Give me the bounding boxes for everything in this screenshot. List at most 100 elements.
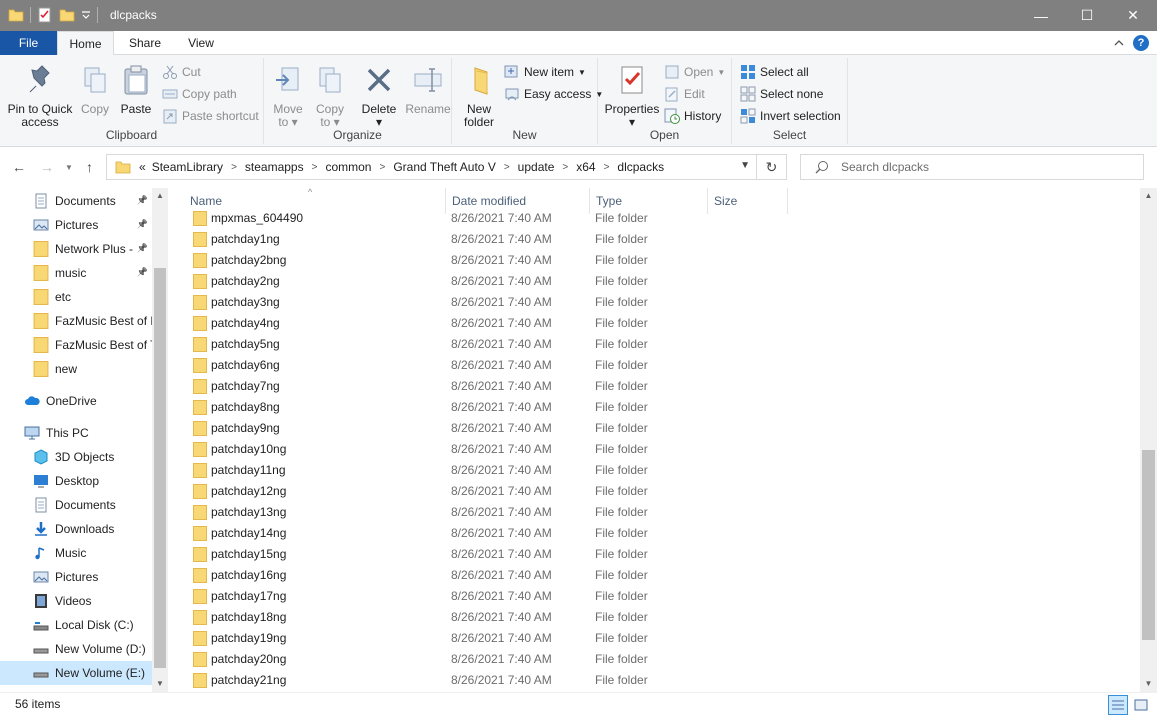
nav-item[interactable]: Pictures 📌 (0, 213, 152, 237)
copy-path-button[interactable]: Copy path (162, 84, 237, 104)
pin-to-quick-access-button[interactable]: Pin to Quick access (4, 60, 76, 129)
search-input[interactable] (841, 160, 1121, 174)
chevron-right-icon[interactable]: > (504, 162, 510, 173)
file-row[interactable]: patchday7ng 8/26/2021 7:40 AM File folder (188, 376, 1088, 397)
tab-share[interactable]: Share (120, 31, 170, 55)
up-button[interactable]: ↑ (86, 159, 93, 175)
close-button[interactable]: ✕ (1110, 0, 1156, 31)
collapse-ribbon-icon[interactable] (1113, 37, 1125, 49)
file-row[interactable]: patchday4ng 8/26/2021 7:40 AM File folder (188, 313, 1088, 334)
new-item-button[interactable]: New item ▼ (504, 62, 586, 82)
large-icons-view-button[interactable] (1131, 695, 1151, 715)
scroll-up-icon[interactable]: ▲ (1140, 188, 1157, 204)
file-row[interactable]: patchday2bng 8/26/2021 7:40 AM File folder (188, 250, 1088, 271)
refresh-button[interactable]: ↻ (756, 155, 786, 179)
nav-item[interactable]: new (0, 357, 152, 381)
new-folder-button[interactable]: New folder (456, 60, 502, 129)
chevron-right-icon[interactable]: > (312, 162, 318, 173)
nav-item[interactable]: Videos (0, 589, 152, 613)
history-button[interactable]: History (664, 106, 721, 126)
nav-scrollbar[interactable]: ▲ ▼ (152, 188, 168, 692)
nav-item-this-pc[interactable]: This PC (0, 421, 152, 445)
address-history-button[interactable]: ▼ (740, 160, 750, 171)
file-row[interactable]: patchday6ng 8/26/2021 7:40 AM File folder (188, 355, 1088, 376)
nav-item[interactable]: Documents (0, 493, 152, 517)
file-row[interactable]: patchday19ng 8/26/2021 7:40 AM File folder (188, 628, 1088, 649)
easy-access-button[interactable]: Easy access ▼ (504, 84, 603, 104)
nav-item[interactable]: 3D Objects (0, 445, 152, 469)
scroll-down-icon[interactable]: ▼ (1140, 676, 1157, 692)
nav-item[interactable]: Network Plus - 📌 (0, 237, 152, 261)
breadcrumb-item[interactable]: steamapps (245, 160, 304, 174)
file-row[interactable]: patchday13ng 8/26/2021 7:40 AM File folder (188, 502, 1088, 523)
file-row[interactable]: patchday17ng 8/26/2021 7:40 AM File folder (188, 586, 1088, 607)
file-row[interactable]: patchday15ng 8/26/2021 7:40 AM File folder (188, 544, 1088, 565)
breadcrumb-item[interactable]: dlcpacks (617, 160, 664, 174)
nav-item-onedrive[interactable]: OneDrive (0, 389, 152, 413)
nav-item[interactable]: FazMusic Best of M (0, 309, 152, 333)
chevron-right-icon[interactable]: > (562, 162, 568, 173)
paste-shortcut-button[interactable]: Paste shortcut (162, 106, 259, 126)
select-all-button[interactable]: Select all (740, 62, 809, 82)
copy-button[interactable]: Copy (76, 60, 114, 116)
select-none-button[interactable]: Select none (740, 84, 823, 104)
breadcrumb-item[interactable]: common (325, 160, 371, 174)
rename-button[interactable]: Rename (404, 60, 452, 116)
copy-to-button[interactable]: Copy to ▾ (310, 60, 350, 129)
address-bar[interactable]: « SteamLibrary > steamapps > common > Grand… (106, 154, 787, 180)
delete-button[interactable]: Delete ▾ (354, 60, 404, 129)
scrollbar-thumb[interactable] (154, 268, 166, 668)
nav-item[interactable]: Pictures (0, 565, 152, 589)
file-row[interactable]: patchday9ng 8/26/2021 7:40 AM File folder (188, 418, 1088, 439)
invert-selection-button[interactable]: Invert selection (740, 106, 841, 126)
back-button[interactable]: ← (12, 159, 26, 175)
scroll-up-icon[interactable]: ▲ (152, 188, 168, 204)
help-icon[interactable]: ? (1133, 35, 1149, 51)
details-view-button[interactable] (1108, 695, 1128, 715)
nav-item[interactable]: New Volume (D:) (0, 637, 152, 661)
breadcrumb-overflow[interactable]: « (139, 160, 146, 174)
properties-icon[interactable] (37, 7, 53, 23)
file-row[interactable]: patchday20ng 8/26/2021 7:40 AM File folder (188, 649, 1088, 670)
maximize-button[interactable]: ☐ (1064, 0, 1110, 31)
forward-button[interactable]: → (40, 159, 54, 175)
open-button[interactable]: Open ▼ (664, 62, 725, 82)
nav-item[interactable]: FazMusic Best of T (0, 333, 152, 357)
nav-item[interactable]: Desktop (0, 469, 152, 493)
scroll-down-icon[interactable]: ▼ (152, 676, 168, 692)
move-to-button[interactable]: Move to ▾ (268, 60, 308, 129)
nav-item[interactable]: New Volume (E:) (0, 661, 152, 685)
breadcrumb-item[interactable]: update (518, 160, 555, 174)
tab-view[interactable]: View (176, 31, 226, 55)
file-row[interactable]: patchday18ng 8/26/2021 7:40 AM File folder (188, 607, 1088, 628)
nav-item[interactable]: Documents 📌 (0, 189, 152, 213)
customize-toolbar-icon[interactable] (81, 7, 91, 23)
scrollbar-thumb[interactable] (1142, 450, 1155, 640)
file-row[interactable]: patchday11ng 8/26/2021 7:40 AM File folder (188, 460, 1088, 481)
file-row[interactable]: patchday3ng 8/26/2021 7:40 AM File folder (188, 292, 1088, 313)
file-row[interactable]: patchday5ng 8/26/2021 7:40 AM File folder (188, 334, 1088, 355)
file-row[interactable]: patchday21ng 8/26/2021 7:40 AM File folder (188, 670, 1088, 691)
recent-locations-button[interactable]: ▼ (65, 163, 73, 172)
properties-button[interactable]: Properties ▾ (602, 60, 662, 129)
breadcrumb-item[interactable]: Grand Theft Auto V (393, 160, 496, 174)
file-list-scrollbar[interactable]: ▲ ▼ (1140, 188, 1157, 692)
edit-button[interactable]: Edit (664, 84, 705, 104)
file-row[interactable]: patchday12ng 8/26/2021 7:40 AM File folder (188, 481, 1088, 502)
file-row[interactable]: patchday2ng 8/26/2021 7:40 AM File folder (188, 271, 1088, 292)
breadcrumb-item[interactable]: SteamLibrary (152, 160, 223, 174)
file-row[interactable]: patchday8ng 8/26/2021 7:40 AM File folder (188, 397, 1088, 418)
nav-item[interactable]: Downloads (0, 517, 152, 541)
breadcrumb-item[interactable]: x64 (576, 160, 595, 174)
paste-button[interactable]: Paste (116, 60, 156, 116)
minimize-button[interactable]: — (1018, 0, 1064, 31)
file-row[interactable]: patchday16ng 8/26/2021 7:40 AM File folder (188, 565, 1088, 586)
chevron-right-icon[interactable]: > (604, 162, 610, 173)
tab-file[interactable]: File (0, 31, 57, 55)
file-row[interactable]: patchday1ng 8/26/2021 7:40 AM File folder (188, 229, 1088, 250)
chevron-right-icon[interactable]: > (231, 162, 237, 173)
file-row[interactable]: patchday14ng 8/26/2021 7:40 AM File folder (188, 523, 1088, 544)
nav-item[interactable]: Local Disk (C:) (0, 613, 152, 637)
chevron-right-icon[interactable]: > (379, 162, 385, 173)
tab-home[interactable]: Home (57, 31, 114, 56)
